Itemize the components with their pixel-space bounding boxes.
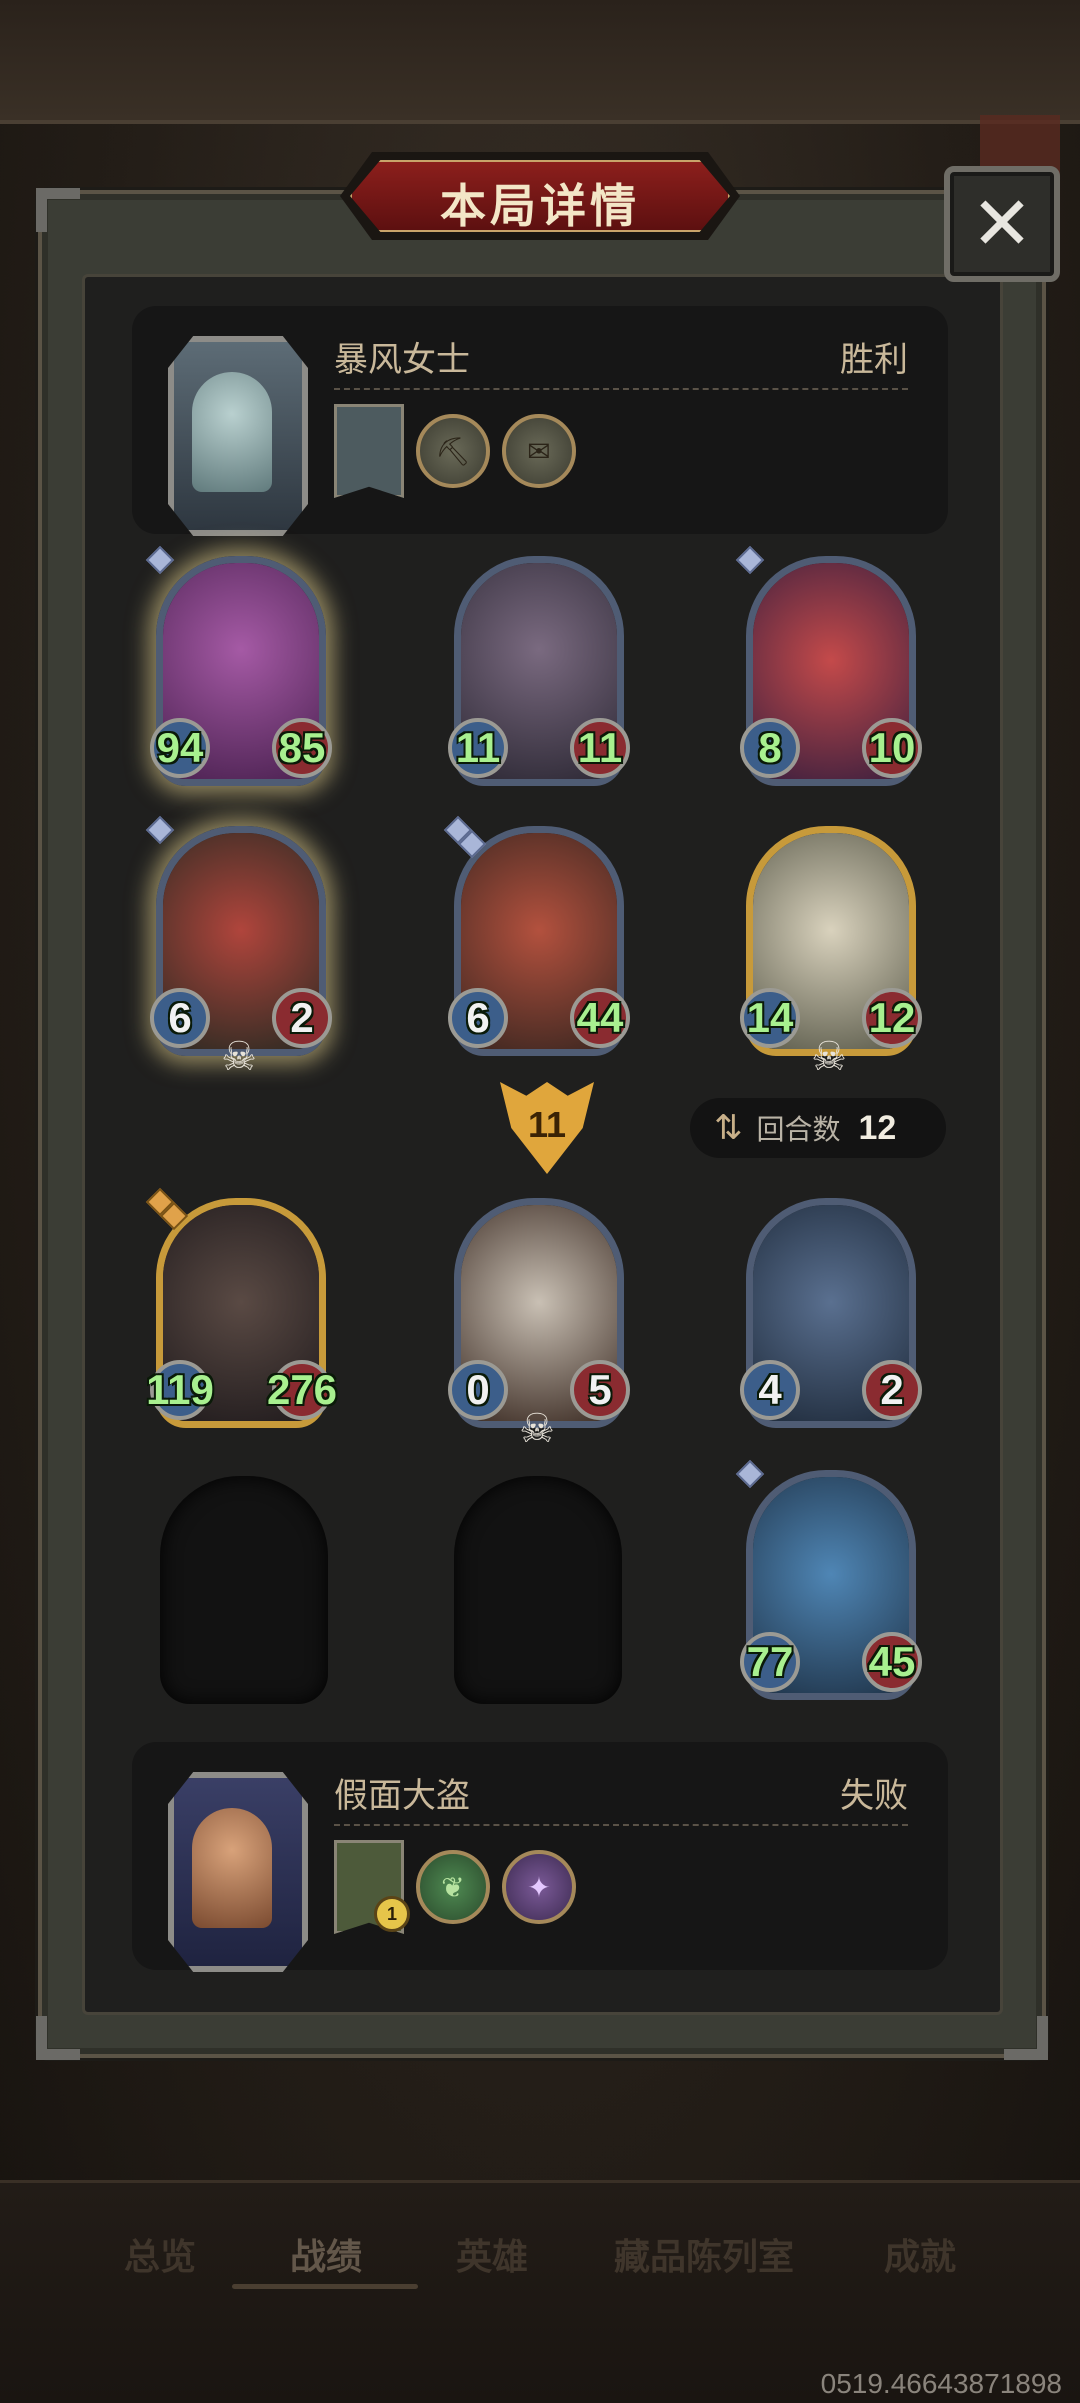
hero-banner-icon[interactable] [334,404,404,498]
empty-minion-slot [454,1476,622,1704]
health-value: 2 [272,988,332,1048]
minion-card[interactable]: 119 276 [145,1187,337,1428]
spirit-icon[interactable]: ✦ [502,1850,576,1924]
round-label: 回合数 [756,1114,841,1145]
skull-icon: ☠ [221,1035,257,1079]
tab-records[interactable]: 战绩 [290,2228,362,2280]
page-title: 本局详情 [440,180,640,232]
health-value: 5 [570,1360,630,1420]
close-button[interactable]: ✕ [944,166,1060,282]
turn-damage: 11 [527,1104,567,1145]
attack-value: 11 [448,718,508,778]
pickaxe-icon[interactable]: ⛏ [416,414,490,488]
tab-achievements[interactable]: 成就 [884,2228,956,2280]
round-counter: ⇅ 回合数 12 [690,1098,946,1158]
player-panel-loser: 假面大盗 失败 1 ❦ ✦ [132,1742,948,1972]
player-panel-winner: 暴风女士 胜利 ⛏ ✉ [132,306,948,536]
minion-card[interactable]: 11 11 [448,556,630,786]
attack-value: 14 [740,988,800,1048]
attack-value: 94 [150,718,210,778]
frame-corner [1004,2016,1048,2060]
attack-value: 6 [150,988,210,1048]
minion-card[interactable]: 6 44 [443,815,630,1056]
health-value: 276 [267,1360,337,1420]
attack-value: 6 [448,988,508,1048]
frame-corner [36,2016,80,2060]
user-id: 0519.46643871898 [820,2368,1062,2399]
banner-badge: 1 [374,1896,410,1932]
attack-value: 77 [740,1632,800,1692]
divider [334,388,908,390]
health-value: 44 [570,988,630,1048]
player-name: 假面大盗 [334,1777,470,1815]
player-name: 暴风女士 [334,341,470,379]
frog-icon[interactable]: ❦ [416,1850,490,1924]
skull-icon: ☠ [811,1035,847,1079]
attack-value: 119 [146,1360,214,1420]
minion-card[interactable]: 14 12 ☠ [740,826,922,1079]
round-value: 12 [858,1108,897,1147]
attack-value: 8 [740,718,800,778]
hero-portrait[interactable] [168,1772,308,1972]
tab-overview[interactable]: 总览 [124,2228,196,2280]
replay-icon: ⇅ [714,1109,743,1147]
attack-value: 0 [448,1360,508,1420]
health-value: 45 [862,1632,922,1692]
match-result: 失败 [840,1777,908,1815]
empty-minion-slot [160,1476,328,1704]
health-value: 10 [862,718,922,778]
close-icon: ✕ [970,182,1033,265]
tab-heroes[interactable]: 英雄 [456,2228,528,2280]
frame-corner [36,188,80,232]
active-tab-indicator [232,2284,418,2289]
minion-card[interactable]: 8 10 [735,545,922,786]
health-value: 85 [272,718,332,778]
divider [334,1824,908,1826]
map-icon[interactable]: ✉ [502,414,576,488]
minion-card[interactable]: 77 45 [735,1459,922,1700]
minion-card[interactable]: 6 2 ☠ [145,815,332,1079]
match-result: 胜利 [840,341,908,379]
health-value: 11 [570,718,630,778]
title-plaque: 本局详情 [340,152,740,240]
minion-card[interactable]: 0 5 ☠ [448,1198,630,1451]
bottom-tabs: 总览 战绩 英雄 藏品陈列室 成就 [0,2228,1080,2288]
minion-card[interactable]: 94 85 [145,545,332,786]
skull-icon: ☠ [519,1407,555,1451]
tab-collection[interactable]: 藏品陈列室 [614,2228,794,2280]
background-top-band [0,0,1080,124]
minion-card[interactable]: 4 2 [740,1198,922,1428]
health-value: 12 [862,988,922,1048]
hero-portrait[interactable] [168,336,308,536]
attack-value: 4 [740,1360,800,1420]
health-value: 2 [862,1360,922,1420]
